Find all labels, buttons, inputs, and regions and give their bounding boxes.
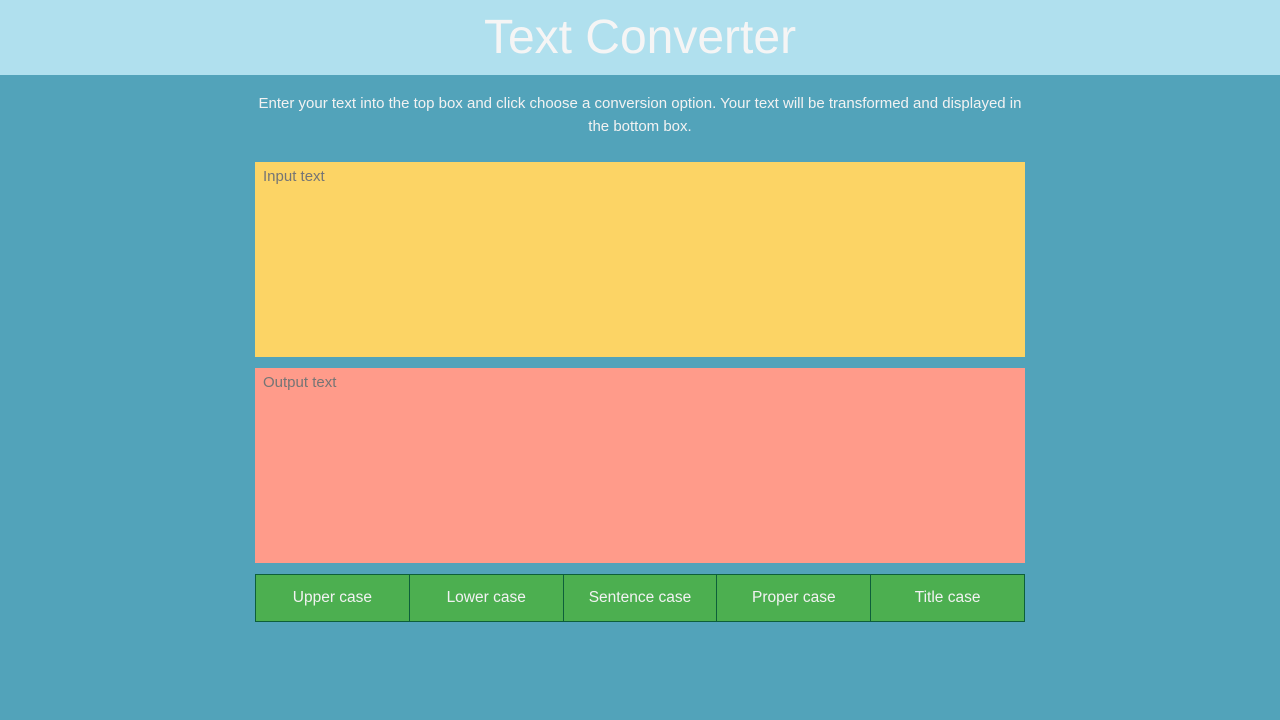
button-row: Upper case Lower case Sentence case Prop… (255, 574, 1025, 622)
header: Text Converter (0, 0, 1280, 75)
page-title: Text Converter (0, 10, 1280, 65)
proper-case-button[interactable]: Proper case (717, 574, 871, 622)
sentence-case-button[interactable]: Sentence case (564, 574, 718, 622)
title-case-button[interactable]: Title case (871, 574, 1025, 622)
output-textarea[interactable] (255, 368, 1025, 563)
upper-case-button[interactable]: Upper case (255, 574, 410, 622)
lower-case-button[interactable]: Lower case (410, 574, 564, 622)
main-container: Enter your text into the top box and cli… (255, 75, 1025, 622)
input-textarea[interactable] (255, 162, 1025, 357)
instructions-text: Enter your text into the top box and cli… (255, 93, 1025, 138)
